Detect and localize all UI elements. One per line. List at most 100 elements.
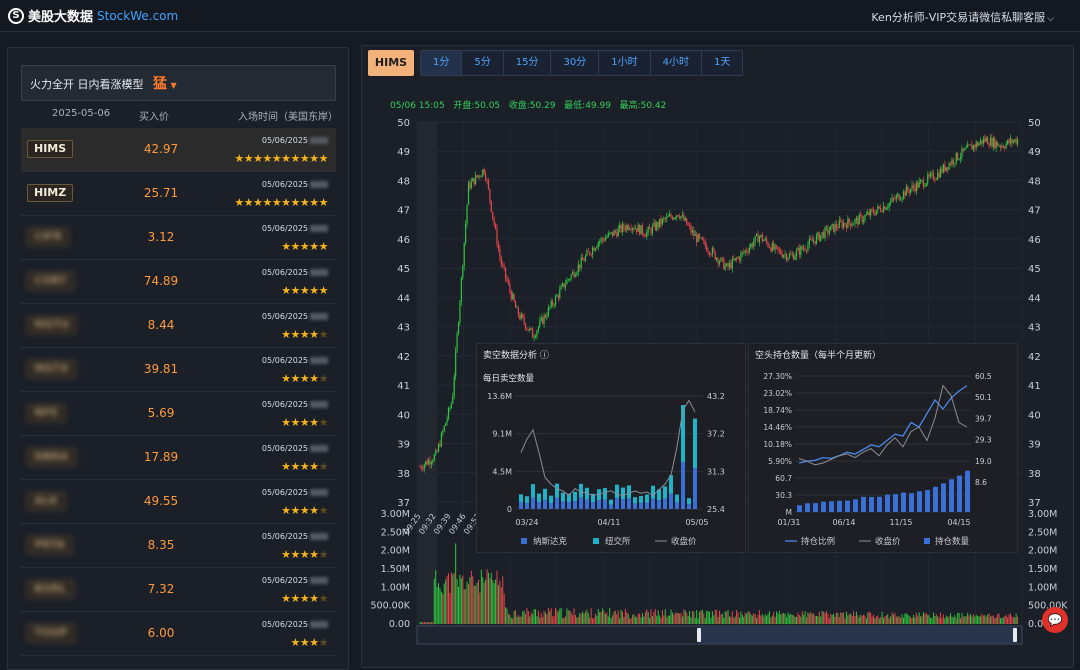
ticker-badge[interactable]: DBRA xyxy=(27,448,76,466)
signal-row[interactable]: ALK 49.55 05/06/2025 ★★★★★ xyxy=(21,480,336,524)
volume-bar xyxy=(617,610,619,624)
volume-bar xyxy=(499,580,501,624)
legend-close: 收盘价 xyxy=(875,536,901,547)
signal-row[interactable]: DBRA 17.89 05/06/2025 ★★★★★ xyxy=(21,436,336,480)
ticker-badge[interactable]: TOUP xyxy=(27,624,75,642)
signal-row[interactable]: TOUP 6.00 05/06/2025 ★★★★ xyxy=(21,612,336,656)
volume-axis-left-label: 3.00M xyxy=(381,509,410,520)
candle-body xyxy=(901,197,903,200)
candle-body xyxy=(419,466,421,468)
nasdaq-bar xyxy=(537,502,541,509)
candle-body xyxy=(636,228,638,232)
ticker-badge[interactable]: BURL xyxy=(27,580,74,598)
volume-bar xyxy=(496,570,498,624)
volume-bar xyxy=(613,611,615,624)
signal-row[interactable]: NFE 5.69 05/06/2025 ★★★★★ xyxy=(21,392,336,436)
holding-bar xyxy=(941,483,946,512)
volume-bar xyxy=(794,616,796,624)
signal-row[interactable]: PRTA 8.35 05/06/2025 ★★★★★ xyxy=(21,524,336,568)
candle-body xyxy=(610,231,612,233)
candle-body xyxy=(1014,139,1016,142)
candle-body xyxy=(480,176,482,177)
entry-price: 39.81 xyxy=(143,362,179,376)
volume-bar xyxy=(987,614,989,624)
volume-bar xyxy=(600,611,602,624)
volume-bar xyxy=(449,593,451,624)
signal-row[interactable]: BURL 7.32 05/06/2025 ★★★★★ xyxy=(21,568,336,612)
volume-bar xyxy=(439,588,441,624)
volume-bar xyxy=(543,610,545,624)
candle-body xyxy=(817,232,819,236)
signal-row[interactable]: HIMZ 25.71 05/06/2025 ★★★★★★★★★★ xyxy=(21,172,336,216)
volume-bar xyxy=(1002,617,1004,624)
volume-bar xyxy=(637,613,639,624)
candle-body xyxy=(708,251,711,255)
volume-bar xyxy=(619,618,621,624)
price-axis-right-label: 48 xyxy=(1028,176,1041,187)
short-interest-right-axis: 39.7 xyxy=(975,414,992,423)
ticker-badge[interactable]: HIMZ xyxy=(27,184,74,202)
volume-bar xyxy=(674,612,676,624)
volume-bar xyxy=(500,587,502,624)
candle-body xyxy=(793,254,795,260)
candle-body xyxy=(569,279,571,280)
price-axis-right-label: 43 xyxy=(1028,323,1041,334)
nyse-bar xyxy=(543,488,547,500)
volume-bar xyxy=(640,617,642,624)
short-interest-left-axis: 14.46% xyxy=(763,423,792,432)
candle-body xyxy=(912,185,915,188)
candle-body xyxy=(720,257,722,262)
ticker-badge[interactable]: MSTU xyxy=(27,316,77,334)
ticker-badge[interactable]: CIFR xyxy=(27,228,70,246)
ticker-badge[interactable]: PRTA xyxy=(27,536,73,554)
candle-body xyxy=(427,460,430,465)
signal-row[interactable]: MSTU 8.44 05/06/2025 ★★★★★ xyxy=(21,304,336,348)
candle-body xyxy=(815,235,818,244)
entry-time-blurred xyxy=(310,181,328,188)
candle-body xyxy=(992,138,994,147)
candle-body xyxy=(447,408,450,419)
candle-body xyxy=(919,180,922,182)
volume-bar xyxy=(503,593,505,624)
signal-row[interactable]: MSTX 39.81 05/06/2025 ★★★★★ xyxy=(21,348,336,392)
candle-body xyxy=(872,209,875,214)
candle-body xyxy=(747,251,749,253)
candle-body xyxy=(892,197,895,199)
chat-icon[interactable]: 💬 xyxy=(1042,607,1068,633)
volume-bar xyxy=(855,611,857,624)
candle-body xyxy=(730,263,732,269)
volume-bar xyxy=(774,616,776,624)
candle-body xyxy=(537,326,539,331)
nyse-bar xyxy=(537,493,541,503)
candle-body xyxy=(908,190,910,193)
contact-menu[interactable]: Ken分析师-VIP交易请微信私聊客服 ⌵ xyxy=(871,9,1054,25)
ticker-badge[interactable]: NFE xyxy=(27,404,66,422)
volume-bar xyxy=(643,616,645,624)
nyse-bar xyxy=(561,492,565,502)
volume-bar xyxy=(753,613,755,624)
ticker-badge[interactable]: MSTX xyxy=(27,360,76,378)
model-select[interactable]: 火力全开 日内看涨模型 猛 ▼ xyxy=(21,65,336,101)
price-axis-right-label: 46 xyxy=(1028,235,1041,246)
ticker-badge[interactable]: HIMS xyxy=(27,140,74,158)
signal-row[interactable]: CIFR 3.12 05/06/2025 ★★★★★ xyxy=(21,216,336,260)
candle-body xyxy=(761,234,763,241)
volume-bar xyxy=(891,612,893,624)
signal-row[interactable]: HIMS 42.97 05/06/2025 ★★★★★★★★★★ xyxy=(21,128,336,172)
candle-body xyxy=(425,461,427,465)
signal-row[interactable]: CORT 74.89 05/06/2025 ★★★★★ xyxy=(21,260,336,304)
nyse-bar xyxy=(633,497,637,504)
close-price-line xyxy=(520,399,696,497)
holding-bar xyxy=(853,499,858,512)
volume-bar xyxy=(433,578,435,624)
volume-bar xyxy=(525,613,527,624)
candle-body xyxy=(542,317,544,324)
volume-bar xyxy=(900,617,902,624)
candle-body xyxy=(948,163,950,170)
volume-bar xyxy=(710,617,712,624)
ticker-badge[interactable]: CORT xyxy=(27,272,74,290)
logo[interactable]: S 美股大数据 StockWe.com xyxy=(8,6,178,25)
candle-body xyxy=(509,283,511,291)
ticker-badge[interactable]: ALK xyxy=(27,492,66,510)
candle-body xyxy=(944,164,946,171)
